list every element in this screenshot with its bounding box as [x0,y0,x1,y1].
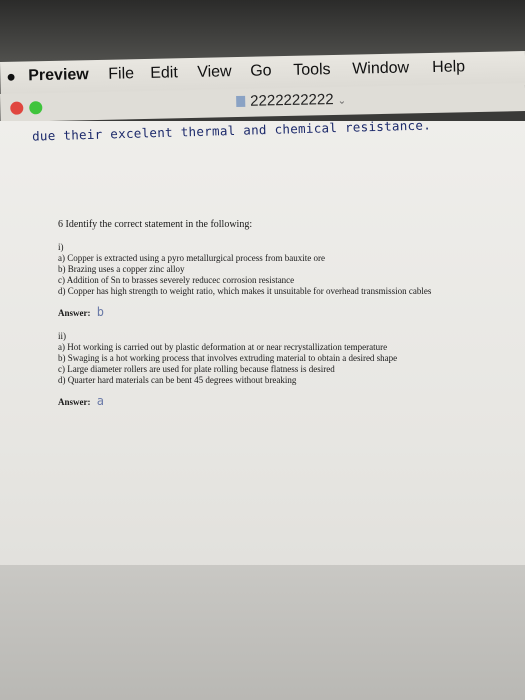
part-2-label: ii) [58,331,66,341]
question-part-2: ii) a) Hot working is carried out by pla… [58,331,463,386]
document-icon [236,95,246,108]
part-1-option-a: a) Copper is extracted using a pyro meta… [58,253,325,263]
apple-menu-icon[interactable]: ● [6,69,16,87]
handwritten-note: due their excelent thermal and chemical … [31,117,432,144]
menu-edit[interactable]: Edit [150,64,178,83]
part-1-answer-label: Answer: [58,308,91,318]
close-window-button[interactable] [10,101,24,115]
bottom-shadow [0,565,525,700]
part-2-answer: Answer: a [58,394,463,408]
menu-tools[interactable]: Tools [293,61,331,80]
part-1-answer-value: b [96,305,104,319]
part-2-option-b: b) Swaging is a hot working process that… [58,353,398,363]
question-content: 6 Identify the correct statement in the … [58,219,463,420]
question-part-1: i) a) Copper is extracted using a pyro m… [58,242,463,297]
menu-view[interactable]: View [197,63,232,82]
part-1-option-c: c) Addition of Sn to brasses severely re… [58,275,295,285]
part-2-option-c: c) Large diameter rollers are used for p… [58,364,335,374]
part-2-answer-value: a [96,394,104,408]
menu-help[interactable]: Help [432,58,465,77]
part-2-option-a: a) Hot working is carried out by plastic… [58,342,388,352]
menu-window[interactable]: Window [352,59,409,78]
chevron-down-icon[interactable]: ⌄ [338,96,347,107]
part-2-answer-label: Answer: [58,397,91,407]
menu-go[interactable]: Go [250,62,272,80]
question-title: 6 Identify the correct statement in the … [58,219,253,230]
part-2-option-d: d) Quarter hard materials can be bent 45… [58,375,297,385]
part-1-option-d: d) Copper has high strength to weight ra… [58,286,432,296]
menu-app-name[interactable]: Preview [28,66,89,85]
document-title-text: 2222222222 [250,91,334,110]
part-1-option-b: b) Brazing uses a copper zinc alloy [58,264,185,274]
part-1-answer: Answer: b [58,305,463,319]
document-title[interactable]: 2222222222 ⌄ [236,91,346,110]
zoom-window-button[interactable] [29,101,43,115]
menu-file[interactable]: File [108,65,134,84]
part-1-label: i) [58,242,64,252]
